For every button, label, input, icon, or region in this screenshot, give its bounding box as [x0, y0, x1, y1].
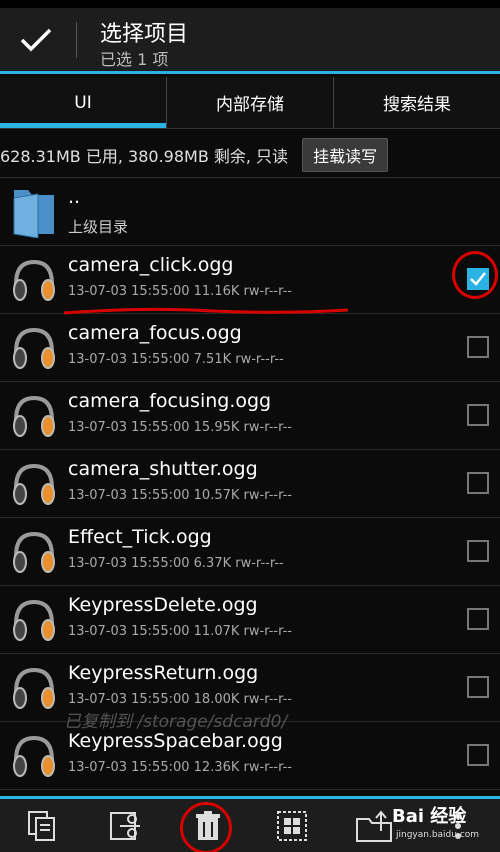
tab-search-results[interactable]: 搜索结果: [334, 77, 500, 128]
tab-bar: UI 内部存储 搜索结果: [0, 77, 500, 129]
file-meta: 13-07-03 15:55:00 18.00K rw-r--r--: [68, 692, 292, 707]
file-row[interactable]: KeypressSpacebar.ogg 13-07-03 15:55:00 1…: [0, 722, 500, 790]
headphones-icon: [13, 463, 55, 505]
file-row[interactable]: camera_focusing.ogg 13-07-03 15:55:00 15…: [0, 382, 500, 450]
file-checkbox[interactable]: [467, 336, 489, 358]
file-meta: 13-07-03 15:55:00 12.36K rw-r--r--: [68, 760, 292, 775]
action-bar: 选择项目 已选 1 项: [0, 8, 500, 74]
file-meta: 13-07-03 15:55:00 11.07K rw-r--r--: [68, 624, 292, 639]
copy-icon: [27, 810, 55, 841]
file-name: KeypressSpacebar.ogg: [68, 730, 283, 752]
file-meta: 13-07-03 15:55:00 7.51K rw-r--r--: [68, 352, 284, 367]
parent-dir-label: 上级目录: [68, 218, 129, 236]
storage-info-bar: 628.31MB 已用, 380.98MB 剩余, 只读 挂载读写: [0, 132, 500, 178]
mount-rw-button[interactable]: 挂载读写: [302, 137, 389, 172]
file-row[interactable]: camera_focus.ogg 13-07-03 15:55:00 7.51K…: [0, 314, 500, 382]
selection-count: 已选 1 项: [100, 50, 169, 69]
tab-internal-storage[interactable]: 内部存储: [167, 77, 334, 128]
parent-dir-name: ..: [68, 186, 81, 208]
headphones-icon: [13, 735, 55, 777]
file-row[interactable]: Effect_Tick.ogg 13-07-03 15:55:00 6.37K …: [0, 518, 500, 586]
file-checkbox[interactable]: [467, 404, 489, 426]
file-checkbox[interactable]: [467, 676, 489, 698]
file-row[interactable]: camera_click.ogg 13-07-03 15:55:00 11.16…: [0, 246, 500, 314]
file-meta: 13-07-03 15:55:00 10.57K rw-r--r--: [68, 488, 292, 503]
annotation-underline: [63, 307, 349, 315]
select-all-button[interactable]: [250, 799, 333, 852]
headphones-icon: [13, 667, 55, 709]
done-button[interactable]: [0, 8, 72, 71]
watermark-logo: Bai 经验: [392, 806, 467, 827]
file-name: KeypressReturn.ogg: [68, 662, 259, 684]
cut-button[interactable]: [83, 799, 166, 852]
watermark-url: jingyan.baidu.com: [396, 830, 480, 840]
storage-info: 628.31MB 已用, 380.98MB 剩余, 只读: [0, 146, 289, 166]
file-meta: 13-07-03 15:55:00 6.37K rw-r--r--: [68, 556, 284, 571]
file-meta: 13-07-03 15:55:00 15.95K rw-r--r--: [68, 420, 292, 435]
parent-directory-row[interactable]: .. 上级目录: [0, 178, 500, 246]
action-bar-divider: [76, 22, 77, 58]
checkmark-icon: [20, 28, 52, 51]
select-all-icon: [276, 810, 307, 841]
annotation-circle: [180, 802, 232, 852]
file-name: KeypressDelete.ogg: [68, 594, 258, 616]
annotation-circle: [452, 251, 498, 299]
file-meta: 13-07-03 15:55:00 11.16K rw-r--r--: [68, 284, 292, 299]
headphones-icon: [13, 327, 55, 369]
file-row[interactable]: camera_shutter.ogg 13-07-03 15:55:00 10.…: [0, 450, 500, 518]
file-checkbox[interactable]: [467, 744, 489, 766]
headphones-icon: [13, 395, 55, 437]
copy-button[interactable]: [0, 799, 83, 852]
headphones-icon: [13, 259, 55, 301]
watermark: Bai 经验 jingyan.baidu.com: [392, 800, 498, 848]
file-name: camera_focus.ogg: [68, 322, 242, 344]
folder-icon: [13, 190, 54, 238]
headphones-icon: [13, 599, 55, 641]
file-name: Effect_Tick.ogg: [68, 526, 212, 548]
file-checkbox[interactable]: [467, 540, 489, 562]
file-row[interactable]: KeypressDelete.ogg 13-07-03 15:55:00 11.…: [0, 586, 500, 654]
cut-icon: [109, 811, 140, 840]
file-checkbox[interactable]: [467, 608, 489, 630]
file-name: camera_shutter.ogg: [68, 458, 258, 480]
tab-ui[interactable]: UI: [0, 77, 167, 128]
status-bar: [0, 0, 500, 8]
headphones-icon: [13, 531, 55, 573]
page-title: 选择项目: [100, 22, 189, 47]
file-checkbox[interactable]: [467, 472, 489, 494]
file-name: camera_focusing.ogg: [68, 390, 272, 412]
file-list: .. 上级目录 camera_click.ogg 13-07-03 15:55:…: [0, 178, 500, 790]
file-name: camera_click.ogg: [68, 254, 234, 276]
toast-message: 已复制到 /storage/sdcard0/: [64, 712, 288, 732]
move-to-folder-icon: [355, 809, 392, 842]
